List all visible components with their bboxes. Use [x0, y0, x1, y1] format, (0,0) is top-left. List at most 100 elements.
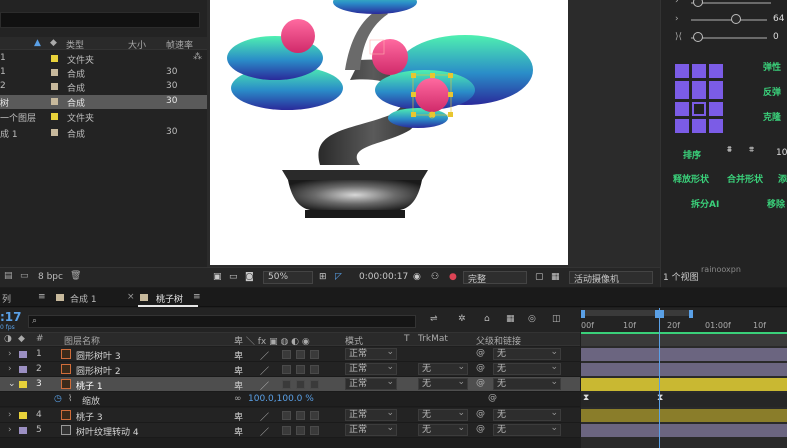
composition-canvas[interactable]: [210, 0, 568, 265]
project-search-input[interactable]: [0, 12, 200, 28]
slider-value[interactable]: 0: [773, 32, 779, 42]
switch-box[interactable]: [310, 411, 319, 420]
release-shapes-button[interactable]: 释放形状: [673, 172, 709, 185]
trkmat-dropdown[interactable]: 无: [418, 423, 468, 436]
expand-arrow-down-icon[interactable]: ⌄: [8, 379, 16, 389]
slider-value[interactable]: 64: [773, 14, 784, 24]
scale-value[interactable]: 100.0,100.0 %: [248, 394, 314, 404]
trkmat-dropdown[interactable]: 无: [418, 362, 468, 375]
project-item[interactable]: 成 1 合成 30: [0, 126, 207, 140]
parent-dropdown[interactable]: 无: [493, 423, 561, 436]
slider-knob[interactable]: [693, 0, 703, 7]
camera-snapshot-icon[interactable]: ◉: [413, 272, 421, 282]
shy-switch-icon[interactable]: 卑: [234, 379, 243, 392]
blend-mode-dropdown[interactable]: 正常: [345, 408, 397, 421]
col-parent[interactable]: 父级和链接: [476, 334, 521, 347]
parent-pickwhip-icon[interactable]: @: [476, 363, 485, 373]
tab-comp-1[interactable]: 合成 1: [70, 292, 97, 305]
expression-icon[interactable]: @: [488, 393, 497, 403]
monitor-icon[interactable]: ▭: [229, 272, 238, 282]
switch-box[interactable]: [310, 365, 319, 374]
stopwatch-icon[interactable]: ◷: [54, 394, 62, 404]
new-folder-icon[interactable]: ▭: [20, 271, 29, 281]
slider-track[interactable]: [691, 19, 767, 21]
switch-box[interactable]: [310, 426, 319, 435]
remove-button[interactable]: 移除: [767, 197, 785, 210]
blend-mode-dropdown[interactable]: 正常: [345, 423, 397, 436]
project-item[interactable]: 一个图层 文件夹: [0, 110, 207, 124]
quality-switch-icon[interactable]: ／: [260, 349, 269, 362]
grid-icon[interactable]: ⊞: [319, 272, 327, 282]
col-trkmat[interactable]: TrkMat: [418, 334, 448, 344]
tab-partial[interactable]: 列: [2, 292, 11, 305]
switch-box[interactable]: [310, 350, 319, 359]
close-icon[interactable]: ×: [127, 292, 135, 302]
expand-arrow-icon[interactable]: ›: [8, 349, 12, 359]
expand-arrow-icon[interactable]: ›: [8, 425, 12, 435]
switch-box[interactable]: [296, 380, 305, 389]
project-item[interactable]: 1 合成 30: [0, 66, 207, 80]
views-dropdown[interactable]: 1 个视图: [663, 270, 699, 283]
layer-row[interactable]: › 5 树叶纹理转动 4 卑 ／ 正常 无 @ 无: [0, 423, 580, 438]
shy-switch-icon[interactable]: 卑: [234, 364, 243, 377]
layer-bar[interactable]: [581, 409, 787, 422]
work-area-end[interactable]: [689, 310, 693, 318]
expand-arrow-icon[interactable]: ›: [8, 364, 12, 374]
project-item[interactable]: 2 合成 30: [0, 80, 207, 94]
layer-bar[interactable]: [581, 424, 787, 437]
camera-dropdown[interactable]: 活动摄像机: [569, 271, 653, 285]
stairs-icon[interactable]: ⩩: [727, 145, 732, 155]
resolution-dropdown[interactable]: 完整: [463, 271, 527, 285]
layer-search-input[interactable]: ⌕: [28, 315, 416, 328]
switch-box[interactable]: [282, 426, 291, 435]
blend-mode-dropdown[interactable]: 正常: [345, 377, 397, 390]
merge-shapes-button[interactable]: 合并形状: [727, 172, 763, 185]
col-mode[interactable]: 模式: [345, 334, 363, 347]
region-icon[interactable]: ▢: [535, 272, 544, 282]
mask-icon[interactable]: ◸: [335, 272, 342, 282]
quality-switch-icon[interactable]: ／: [260, 364, 269, 377]
work-area-start[interactable]: [581, 310, 585, 318]
parent-pickwhip-icon[interactable]: @: [476, 409, 485, 419]
switch-box[interactable]: [296, 411, 305, 420]
slider-knob[interactable]: [693, 32, 703, 42]
trkmat-dropdown[interactable]: 无: [418, 408, 468, 421]
switch-box[interactable]: [282, 350, 291, 359]
layer-bar[interactable]: [581, 348, 787, 361]
always-preview-icon[interactable]: ▣: [213, 272, 222, 282]
time-ruler[interactable]: 00f 10f 20f 01:00f 10f: [581, 308, 787, 332]
project-item[interactable]: 1 文件夹: [0, 52, 207, 66]
track-area[interactable]: ⧗ ⧗: [581, 308, 787, 448]
trkmat-dropdown[interactable]: 无: [418, 377, 468, 390]
layer-label-swatch[interactable]: [19, 427, 27, 434]
layer-row[interactable]: › 4 桃子 3 卑 ／ 正常 无 @ 无: [0, 408, 580, 423]
color-channel-icon[interactable]: ●: [449, 272, 457, 282]
layer-label-swatch[interactable]: [19, 366, 27, 373]
col-rate[interactable]: 帧速率: [166, 38, 193, 51]
interpret-footage-icon[interactable]: ▤: [4, 271, 13, 281]
tab-menu-icon[interactable]: ≡: [193, 292, 201, 302]
playhead-line[interactable]: [659, 308, 660, 448]
blend-mode-dropdown[interactable]: 正常: [345, 347, 397, 360]
viewer-timecode[interactable]: 0:00:00:17: [359, 272, 408, 282]
zoom-dropdown[interactable]: 50%: [263, 271, 313, 284]
layer-row[interactable]: › 2 圆形树叶 2 卑 ／ 正常 无 @ 无: [0, 362, 580, 377]
comp-flowchart-icon[interactable]: ⇌: [430, 314, 438, 324]
keyframe-icon[interactable]: ⧗: [583, 393, 589, 403]
shy-icon[interactable]: ⌂: [484, 314, 490, 324]
parent-dropdown[interactable]: 无: [493, 408, 561, 421]
col-size[interactable]: 大小: [128, 38, 146, 51]
col-layer-name[interactable]: 图层名称: [64, 334, 100, 347]
layer-row-selected[interactable]: ⌄ 3 桃子 1 卑 ／ 正常 无 @ 无: [0, 377, 580, 392]
tab-peach-tree[interactable]: 桃子树: [156, 292, 183, 305]
switch-box[interactable]: [282, 411, 291, 420]
quality-switch-icon[interactable]: ／: [260, 425, 269, 438]
layer-bar[interactable]: [581, 363, 787, 376]
bounce-button[interactable]: 反弹: [763, 85, 781, 98]
quality-switch-icon[interactable]: ／: [260, 410, 269, 423]
switch-box[interactable]: [282, 380, 291, 389]
col-t[interactable]: T: [404, 334, 410, 344]
sort-arrow-icon[interactable]: ▲: [34, 38, 41, 48]
layer-label-swatch[interactable]: [19, 381, 27, 388]
current-time[interactable]: :17: [0, 310, 22, 324]
